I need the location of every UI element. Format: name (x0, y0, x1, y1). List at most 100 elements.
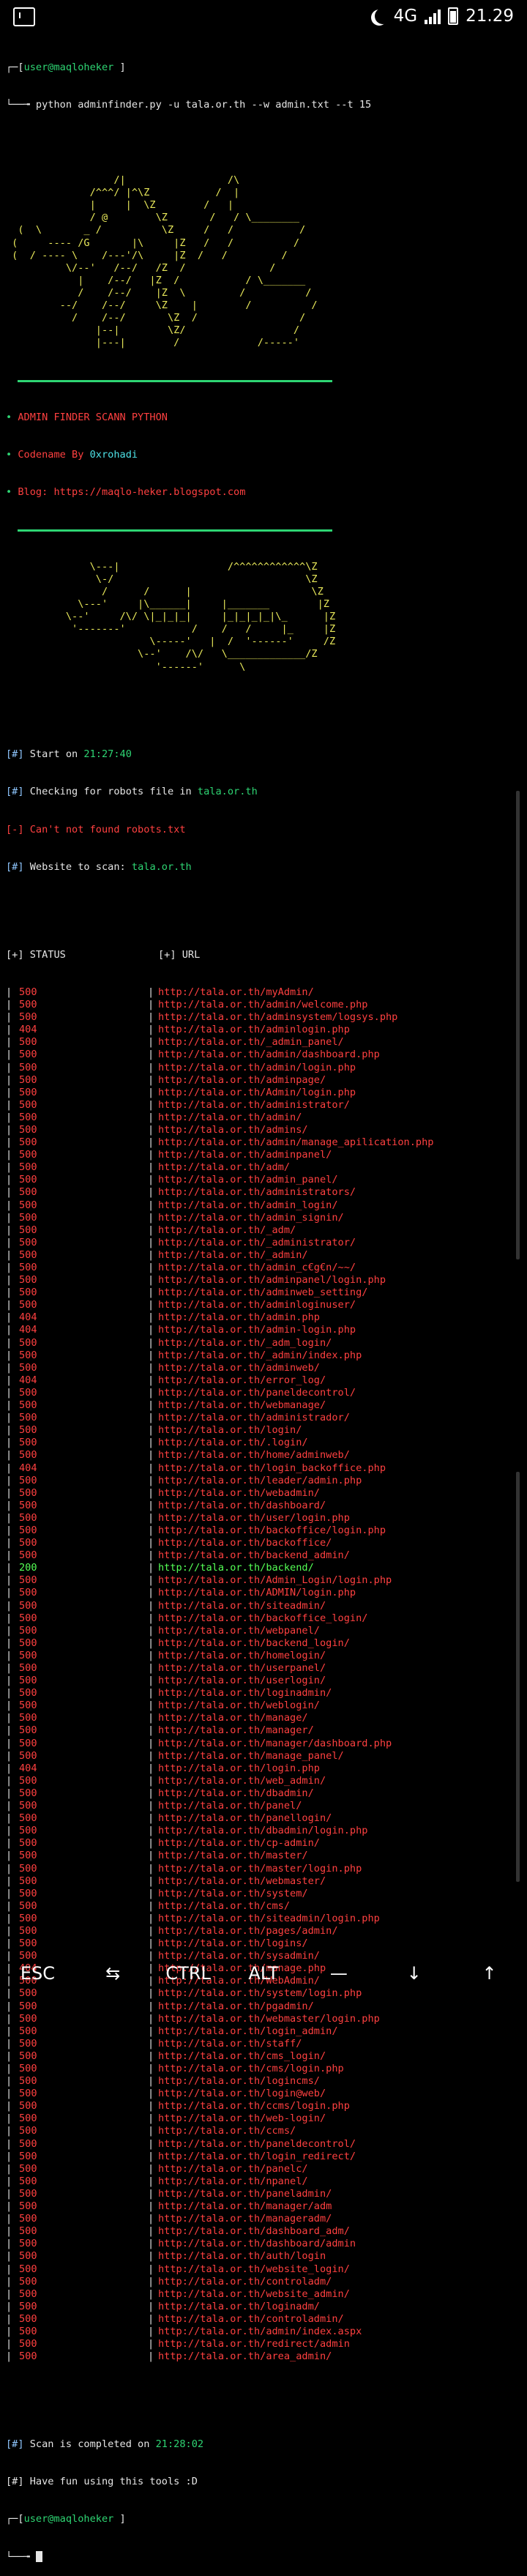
row-separator: | (148, 1549, 154, 1562)
row-separator: | (148, 1073, 154, 1086)
status-code: 404 (19, 1311, 37, 1324)
status-code: 500 (19, 1361, 37, 1374)
status-code: 500 (19, 1174, 37, 1186)
result-url: http://tala.or.th/staff/ (158, 2037, 302, 2050)
ascii-banner-bottom: \---| /^^^^^^^^^^^^\Z \-/ \Z / / | \Z \-… (6, 561, 521, 674)
row-separator: | (148, 2050, 154, 2062)
status-code: 500 (19, 986, 37, 998)
log-have-fun: [#] Have fun using this tools :D (6, 2476, 198, 2488)
row-border: | (6, 1612, 12, 1624)
row-separator: | (148, 1036, 154, 1049)
table-row: | 500 | http://tala.or.th/adminpage/ (6, 1074, 521, 1087)
row-separator: | (148, 2075, 154, 2088)
row-border: | (6, 1374, 12, 1386)
results-table: | 500 | http://tala.or.th/myAdmin/ | 500 | http… (6, 986, 521, 2363)
table-row: | 500 | http://tala.or.th/backend_login/ (6, 1637, 521, 1650)
result-url: http://tala.or.th/_admin/index.php (158, 1349, 362, 1361)
row-separator: | (148, 1774, 154, 1787)
row-separator: | (148, 2263, 154, 2275)
row-separator: | (148, 1061, 154, 1073)
row-border: | (6, 1287, 12, 1299)
status-code: 500 (19, 1587, 37, 1599)
status-code: 500 (19, 2150, 37, 2162)
status-code: 500 (19, 2213, 37, 2225)
row-border: | (6, 1424, 12, 1437)
row-separator: | (148, 1912, 154, 1924)
ascii-art-line: \--' /\/ \_____________/Z (6, 648, 318, 660)
terminal-output[interactable]: ┌─[user@maqloheker ] └──╼ python adminfi… (6, 37, 521, 2576)
row-border: | (6, 1737, 12, 1749)
table-row: | 500 | http://tala.or.th/adm/ (6, 1161, 521, 1174)
row-border: | (6, 1098, 12, 1111)
status-code: 500 (19, 1287, 37, 1299)
row-separator: | (148, 1349, 154, 1361)
table-row: | 500 | http://tala.or.th/master/ (6, 1850, 521, 1862)
robots-site: tala.or.th (197, 786, 258, 798)
row-separator: | (148, 2250, 154, 2263)
status-code: 500 (19, 1749, 37, 1762)
row-separator: | (148, 1424, 154, 1437)
prompt-line: ┌─[user@maqloheker ] (6, 62, 521, 74)
row-border: | (6, 2025, 12, 2037)
row-border: | (6, 1574, 12, 1587)
row-border: | (6, 2125, 12, 2137)
status-code: 500 (19, 1574, 37, 1587)
table-row: | 404 | http://tala.or.th/admin.php (6, 1311, 521, 1324)
esc-key[interactable]: ESC (0, 1946, 75, 2000)
row-separator: | (148, 1136, 154, 1149)
ascii-art-line: \/--' /--/ /Z / / (6, 261, 276, 274)
url-header: [+] URL (158, 948, 201, 961)
dash-key[interactable]: — (301, 1946, 376, 2000)
info-codename: • Codename By 0xrohadi (6, 449, 521, 461)
result-url: http://tala.or.th/backoffice/login.php (158, 1524, 386, 1536)
log-website: [#] Website to scan: tala.or.th (6, 861, 521, 874)
tab-key[interactable]: ⇆ (75, 1946, 151, 2000)
table-row: | 500 | http://tala.or.th/admin_login/ (6, 1199, 521, 1212)
table-row: | 500 | http://tala.or.th/login/ (6, 1424, 521, 1437)
row-border: | (6, 1149, 12, 1161)
result-url: http://tala.or.th/siteadmin/login.php (158, 1912, 380, 1924)
table-row: | 500 | http://tala.or.th/home/adminweb/ (6, 1449, 521, 1462)
prompt-arrow: └──╼ (6, 2550, 36, 2563)
row-border: | (6, 2063, 12, 2074)
arrow-up-key[interactable]: ↑ (452, 1946, 527, 2000)
table-row: | 500 | http://tala.or.th/userpanel/ (6, 1662, 521, 1675)
result-url: http://tala.or.th/adminweb/ (158, 1361, 320, 1374)
status-code: 500 (19, 1599, 37, 1612)
result-url: http://tala.or.th/cms/ (158, 1899, 291, 1912)
table-row: | 500 | http://tala.or.th/Admin_Login/login… (6, 1574, 521, 1587)
table-row: | 500 | http://tala.or.th/siteadmin/login.p… (6, 1913, 521, 1925)
status-code: 500 (19, 1123, 37, 1136)
row-separator: | (148, 1211, 154, 1224)
result-url: http://tala.or.th/pages/admin/ (158, 1924, 338, 1937)
status-code: 500 (19, 2287, 37, 2300)
table-row: | 500 | http://tala.or.th/_adm/ (6, 1224, 521, 1237)
table-row: | 500 | http://tala.or.th/admin/index.aspx (6, 2326, 521, 2338)
row-separator: | (148, 2187, 154, 2200)
table-row: | 500 | http://tala.or.th/admin/login.php (6, 1062, 521, 1074)
row-separator: | (148, 2238, 154, 2250)
command-line-final[interactable]: └──╼ (6, 2550, 521, 2564)
ctrl-key[interactable]: CTRL (151, 1946, 226, 2000)
row-separator: | (148, 2200, 154, 2213)
result-url: http://tala.or.th/Admin/login.php (158, 1086, 356, 1098)
alt-key[interactable]: ALT (226, 1946, 302, 2000)
status-code: 500 (19, 1787, 37, 1799)
row-border: | (6, 1662, 12, 1674)
log-label: Website to scan: (23, 861, 132, 873)
result-url: http://tala.or.th/master/ (158, 1850, 308, 1862)
prompt-line-final: ┌─[user@maqloheker ] (6, 2513, 521, 2525)
arrow-down-key[interactable]: ↓ (376, 1946, 452, 2000)
ascii-banner-top: /| /\ /^^^/ |^\Z / | | | \Z / | / @ \Z /… (6, 174, 521, 349)
status-code: 500 (19, 1875, 37, 1887)
row-border: | (6, 1449, 12, 1462)
table-row: | 500 | http://tala.or.th/cms/ (6, 1900, 521, 1913)
row-separator: | (148, 1224, 154, 1236)
result-url: http://tala.or.th/_admin/ (158, 1248, 308, 1261)
ascii-art-line: ( / ---- \ /---'/\ |Z / / / (6, 249, 288, 261)
status-code: 500 (19, 2238, 37, 2250)
row-border: | (6, 1274, 12, 1287)
table-row: | 500 | http://tala.or.th/master/login.php (6, 1863, 521, 1875)
row-border: | (6, 1299, 12, 1311)
ascii-art-line: '------' \ (6, 660, 246, 673)
